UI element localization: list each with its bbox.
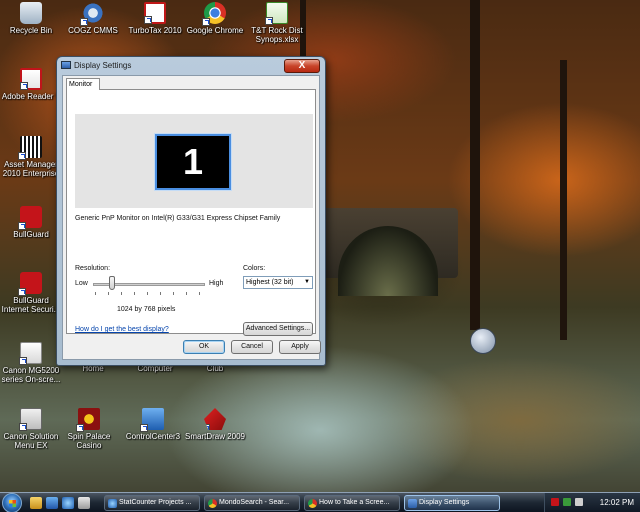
apply-button[interactable]: Apply <box>279 340 321 354</box>
desktop-icon-spin-palace[interactable]: Spin Palace Casino <box>58 408 120 450</box>
casino-icon <box>76 408 100 432</box>
advanced-settings-button[interactable]: Advanced Settings... <box>243 322 313 336</box>
monitor-arrangement-area: 1 <box>75 114 313 208</box>
network-icon[interactable] <box>563 498 571 506</box>
bullguard-tray-icon[interactable] <box>551 498 559 506</box>
monitor-1-tile[interactable]: 1 <box>154 133 232 191</box>
taskbar-button-how-to-screenshot[interactable]: How to Take a Scree... <box>304 495 400 511</box>
desktop-icon-bullguard[interactable]: BullGuard <box>0 206 62 239</box>
smartdraw-icon <box>204 408 226 430</box>
canon-manual-icon <box>19 342 42 365</box>
internet-explorer-icon[interactable] <box>62 497 74 509</box>
close-button[interactable]: X <box>284 59 320 73</box>
system-tray: 12:02 PM <box>544 493 640 512</box>
taskbar-button-display-settings[interactable]: Display Settings <box>404 495 500 511</box>
turbotax-icon <box>144 2 166 24</box>
bullguard-icon <box>18 206 42 230</box>
display-icon <box>61 61 71 69</box>
barcode-icon <box>18 136 42 160</box>
start-button[interactable] <box>2 493 22 512</box>
recycle-bin-icon <box>20 2 42 24</box>
desktop-icon-adobe-reader[interactable]: Adobe Reader 9 <box>0 68 62 101</box>
excel-file-icon <box>265 2 288 25</box>
volume-icon[interactable] <box>575 498 583 506</box>
chrome-icon <box>308 499 317 508</box>
display-icon <box>408 499 417 508</box>
wallpaper-tree <box>470 0 480 330</box>
cancel-button[interactable]: Cancel <box>231 340 273 354</box>
desktop-icon-controlcenter3[interactable]: ControlCenter3 <box>122 408 184 441</box>
best-display-help-link[interactable]: How do I get the best display? <box>75 326 169 333</box>
desktop-icon-turbotax[interactable]: TurboTax 2010 <box>124 2 186 35</box>
monitor-tab-panel: 1 Generic PnP Monitor on Intel(R) G33/G3… <box>66 89 316 336</box>
desktop-icon-smartdraw[interactable]: SmartDraw 2009 <box>184 408 246 441</box>
colors-select-value: Highest (32 bit) <box>246 279 294 286</box>
resolution-label: Resolution: <box>75 265 111 272</box>
desktop-icon-chrome[interactable]: Google Chrome <box>184 2 246 35</box>
taskbar: StatCounter Projects ... MondoSearch - S… <box>0 492 640 512</box>
browser-icon <box>108 499 117 508</box>
chevron-down-icon: ▼ <box>304 279 310 285</box>
clock[interactable]: 12:02 PM <box>600 498 634 507</box>
desktop-icon-recycle-bin[interactable]: Recycle Bin <box>0 2 62 35</box>
desktop-icon-cogz[interactable]: COGZ CMMS <box>62 2 124 35</box>
display-settings-dialog: Display Settings X Monitor 1 Generic PnP… <box>56 56 326 366</box>
quick-launch-icon[interactable] <box>78 497 90 509</box>
dialog-title: Display Settings <box>74 60 132 70</box>
adobe-reader-icon <box>20 68 42 90</box>
dialog-client: Monitor 1 Generic PnP Monitor on Intel(R… <box>62 75 321 360</box>
chrome-icon <box>202 2 226 26</box>
gear-icon <box>80 2 104 26</box>
desktop-icon-bullguard-internet-security[interactable]: BullGuard Internet Securi... <box>0 272 62 314</box>
chrome-icon <box>208 499 217 508</box>
canon-solution-icon <box>19 408 42 431</box>
ok-button[interactable]: OK <box>183 340 225 354</box>
tab-monitor[interactable]: Monitor <box>66 78 100 90</box>
desktop-icon-canon-solution-menu[interactable]: Canon Solution Menu EX <box>0 408 62 450</box>
resolution-slider-ticks <box>95 292 203 295</box>
show-desktop-icon[interactable] <box>30 497 42 509</box>
desktop-gadget[interactable] <box>470 328 496 354</box>
resolution-slider-thumb[interactable] <box>109 276 115 290</box>
bullguard-icon <box>18 272 42 296</box>
colors-select[interactable]: Highest (32 bit) ▼ <box>243 276 313 289</box>
desktop-icon-asset-manager[interactable]: Asset Manager 2010 Enterprise <box>0 136 62 178</box>
switch-windows-icon[interactable] <box>46 497 58 509</box>
wallpaper-tree <box>560 60 567 340</box>
taskbar-button-statcounter[interactable]: StatCounter Projects ... <box>104 495 200 511</box>
resolution-high-label: High <box>209 280 224 287</box>
resolution-low-label: Low <box>75 280 88 287</box>
controlcenter-icon <box>140 408 164 432</box>
colors-label: Colors: <box>243 265 266 272</box>
monitor-description: Generic PnP Monitor on Intel(R) G33/G31 … <box>75 215 281 222</box>
resolution-value: 1024 by 768 pixels <box>117 306 176 313</box>
desktop-icon-canon-mg5200[interactable]: Canon MG5200 series On-scre... <box>0 342 62 384</box>
desktop-icon-excel-file[interactable]: T&T Rock Dist Synops.xlsx <box>246 2 308 44</box>
taskbar-button-mondosearch[interactable]: MondoSearch - Sear... <box>204 495 300 511</box>
